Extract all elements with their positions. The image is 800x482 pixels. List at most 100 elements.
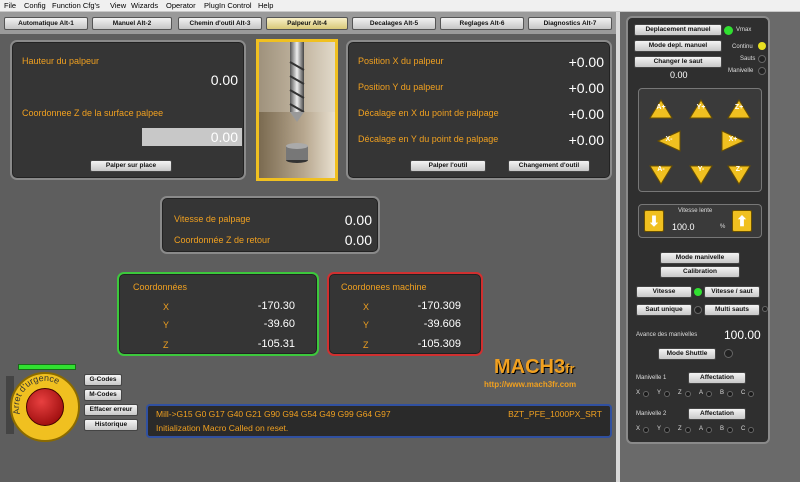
vmax-label: Vmax — [736, 27, 752, 33]
menu-view[interactable]: View — [110, 0, 126, 12]
probe-position-panel: Position X du palpeur +0.00 Position Y d… — [346, 40, 612, 180]
handwheel-1-axis-c-label: C — [741, 390, 746, 396]
velocity-button[interactable]: Vitesse — [636, 286, 692, 298]
handwheel-2-axis-x-led — [643, 427, 649, 433]
handwheel-2-assign-button[interactable]: Affectation — [688, 408, 746, 420]
logo-suffix: fr — [565, 361, 575, 376]
shuttle-mode-button[interactable]: Mode Shuttle — [658, 348, 716, 360]
probe-tool-icon — [259, 42, 335, 178]
probe-speed-panel: Vitesse de palpage 0.00 Coordonnée Z de … — [160, 196, 380, 254]
jog-x-plus-button[interactable]: X+ — [720, 130, 746, 152]
manivelle-led — [758, 67, 766, 75]
continu-led — [758, 42, 766, 50]
estop-ring-text: Arret d'urgence — [12, 374, 61, 415]
menu-wizards[interactable]: Wizards — [131, 0, 158, 12]
coord-y-value[interactable]: -39.60 — [215, 318, 295, 330]
tab-manuel[interactable]: Manuel Alt-2 — [92, 17, 172, 30]
tab-reglages[interactable]: Reglages Alt-6 — [440, 17, 524, 30]
tab-decalages[interactable]: Decalages Alt-5 — [352, 17, 436, 30]
offset-y-value: +0.00 — [568, 132, 604, 148]
menu-file[interactable]: File — [4, 0, 16, 12]
slow-jog-down-button[interactable]: ⬇ — [644, 210, 664, 232]
handwheel-feed-value: 100.00 — [724, 328, 761, 342]
tab-chemin-outil[interactable]: Chemin d'outil Alt-3 — [178, 17, 262, 30]
jog-y-plus-button[interactable]: Y+ — [688, 98, 714, 120]
handwheel-2-axis-x-label: X — [636, 426, 641, 432]
emergency-stop-button[interactable]: Arret d'urgence — [10, 372, 80, 442]
handwheel-mode-button[interactable]: Mode manivelle — [660, 252, 740, 264]
handwheel-1-axis-y-led — [664, 391, 670, 397]
clear-error-button[interactable]: Effacer erreur — [84, 404, 138, 416]
handwheel-1-axis-a-led — [706, 391, 712, 397]
jog-mode-button[interactable]: Deplacement manuel — [634, 24, 722, 36]
handwheel-2-axis-c-label: C — [741, 426, 746, 432]
jog-x-minus-label: X- — [665, 136, 673, 143]
coord-y-axis: Y — [163, 320, 170, 330]
handwheel-2-axis-b-label: B — [720, 426, 725, 432]
jog-mode-toggle-button[interactable]: Mode depl. manuel — [634, 40, 722, 52]
probe-in-place-button[interactable]: Palper sur place — [90, 160, 172, 172]
probe-speed-label: Vitesse de palpage — [174, 214, 251, 224]
surface-z-label: Coordonnee Z de la surface palpee — [22, 108, 164, 118]
tab-automatique[interactable]: Automatique Alt-1 — [4, 17, 88, 30]
jog-a-minus-button[interactable]: A- — [648, 164, 674, 186]
machine-z-value: -105.309 — [417, 338, 461, 350]
menu-config[interactable]: Config — [24, 0, 46, 12]
jog-z-minus-button[interactable]: Z- — [726, 164, 752, 186]
handwheel-1-axis-y-label: Y — [657, 390, 662, 396]
menu-function-cfgs[interactable]: Function Cfg's — [52, 0, 100, 12]
tool-change-button[interactable]: Changement d'outil — [508, 160, 590, 172]
g-codes-button[interactable]: G-Codes — [84, 374, 122, 386]
calibration-button[interactable]: Calibration — [660, 266, 740, 278]
handwheel-feed-label: Avance des manivelles — [636, 332, 698, 338]
machine-y-value: -39.606 — [423, 318, 461, 330]
handwheel-1-assign-button[interactable]: Affectation — [688, 372, 746, 384]
jog-y-minus-label: Y- — [697, 166, 705, 173]
velocity-step-button[interactable]: Vitesse / saut — [704, 286, 760, 298]
handwheel-2-axis-z-label: Z — [678, 426, 682, 432]
coord-z-value[interactable]: -105.31 — [215, 338, 295, 350]
tab-diagnostics[interactable]: Diagnostics Alt-7 — [528, 17, 612, 30]
menu-plugin-control[interactable]: PlugIn Control — [204, 0, 252, 12]
multi-step-button[interactable]: Multi sauts — [704, 304, 760, 316]
coord-x-axis: X — [163, 302, 170, 312]
jog-a-plus-button[interactable]: A+ — [648, 98, 674, 120]
menu-operator[interactable]: Operator — [166, 0, 196, 12]
coord-x-value[interactable]: -170.30 — [215, 300, 295, 312]
handwheel-1-axis-b-led — [727, 391, 733, 397]
jog-z-plus-button[interactable]: Z+ — [726, 98, 752, 120]
handwheel-2-axis-a-label: A — [699, 426, 704, 432]
coordinates-title: Coordonnées — [133, 282, 188, 292]
slow-jog-up-button[interactable]: ⬆ — [732, 210, 752, 232]
mach3-logo: MACH3fr http://www.mach3fr.com — [484, 356, 604, 394]
surface-z-value: 0.00 — [210, 129, 238, 145]
menu-bar: File Config Function Cfg's View Wizards … — [0, 0, 800, 12]
handwheel-1-axis-z-led — [685, 391, 691, 397]
single-step-led — [694, 306, 702, 314]
handwheel-2-axis-y-label: Y — [657, 426, 662, 432]
handwheel-1-axis-b-label: B — [720, 390, 725, 396]
jog-x-minus-button[interactable]: X- — [656, 130, 682, 152]
tab-palpeur[interactable]: Palpeur Alt-4 — [266, 17, 348, 30]
reset-led-bar — [18, 364, 76, 370]
menu-help[interactable]: Help — [258, 0, 273, 12]
handwheel-2-axis-a-led — [706, 427, 712, 433]
machine-x-axis: X — [363, 302, 370, 312]
handwheel-1-axis-x-led — [643, 391, 649, 397]
status-gcodes: Mill->G15 G0 G17 G40 G21 G90 G94 G54 G49… — [156, 409, 391, 419]
velocity-led — [694, 288, 702, 296]
probe-height-label: Hauteur du palpeur — [22, 56, 100, 66]
history-button[interactable]: Historique — [84, 419, 138, 431]
jog-y-minus-button[interactable]: Y- — [688, 164, 714, 186]
probe-tool-button[interactable]: Palper l'outil — [410, 160, 486, 172]
status-profile: BZT_PFE_1000PX_SRT — [508, 409, 602, 419]
m-codes-button[interactable]: M-Codes — [84, 389, 122, 401]
vmax-led — [724, 26, 733, 35]
jog-x-plus-label: X+ — [728, 136, 738, 143]
change-step-button[interactable]: Changer le saut — [634, 56, 722, 68]
single-step-button[interactable]: Saut unique — [636, 304, 692, 316]
status-message: Initialization Macro Called on reset. — [156, 423, 289, 433]
logo-url[interactable]: http://www.mach3fr.com — [484, 380, 576, 389]
handwheel-2-axis-b-led — [727, 427, 733, 433]
handwheel-2-axis-c-led — [748, 427, 754, 433]
